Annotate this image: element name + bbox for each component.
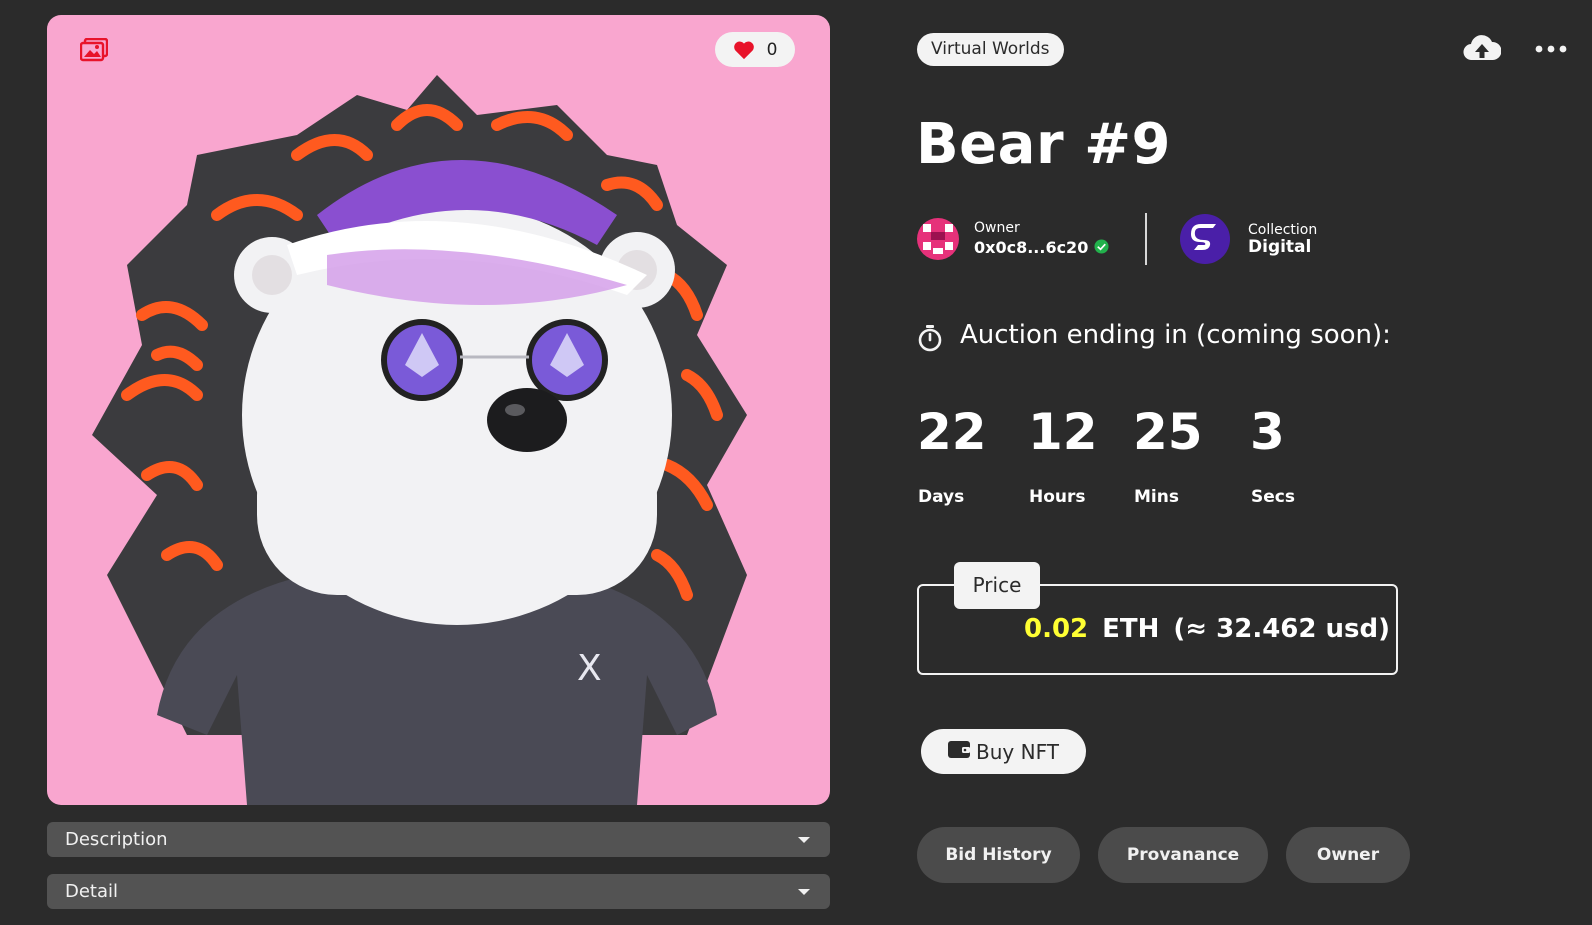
category-badge[interactable]: Virtual Worlds: [917, 33, 1064, 66]
price-amount: 0.02: [1024, 614, 1089, 644]
buy-nft-label: Buy NFT: [976, 739, 1059, 764]
price-currency: ETH: [1102, 614, 1160, 644]
auction-status-text: Auction ending in (coming soon):: [960, 320, 1391, 350]
countdown-secs-value: 3: [1250, 403, 1285, 461]
owner-address[interactable]: 0x0c8...6c20: [974, 238, 1088, 257]
countdown-days-label: Days: [918, 487, 965, 507]
countdown-mins-value: 25: [1133, 403, 1203, 461]
countdown-secs-label: Secs: [1251, 487, 1295, 507]
countdown-hours: 12 Hours: [1028, 403, 1098, 507]
owner-label: Owner: [974, 220, 1020, 236]
tab-owner[interactable]: Owner: [1286, 827, 1410, 883]
nft-title: Bear #9: [916, 112, 1171, 177]
chevron-down-icon: [798, 888, 810, 895]
price-line: 0.02 ETH (≈ 32.462 usd): [1024, 614, 1390, 644]
chevron-down-icon: [798, 836, 810, 843]
stopwatch-icon: [918, 325, 942, 352]
owner-avatar[interactable]: [917, 218, 959, 260]
detail-label: Detail: [65, 881, 119, 902]
tab-provenance[interactable]: Provanance: [1098, 827, 1268, 883]
more-dots-icon[interactable]: [1535, 41, 1567, 57]
description-label: Description: [65, 829, 168, 850]
like-count: 0: [766, 39, 778, 60]
description-accordion[interactable]: Description: [47, 822, 830, 857]
countdown-hours-label: Hours: [1029, 487, 1086, 507]
countdown-secs: 3 Secs: [1250, 403, 1295, 507]
countdown-days-value: 22: [917, 403, 987, 461]
bear-artwork-image: X: [92, 75, 747, 805]
price-label: Price: [954, 562, 1040, 609]
buy-nft-button[interactable]: Buy NFT: [921, 729, 1086, 774]
divider: [1145, 213, 1147, 265]
countdown-days: 22 Days: [917, 403, 987, 507]
verified-check-icon: [1094, 239, 1109, 254]
svg-text:X: X: [577, 648, 602, 689]
collection-logo[interactable]: [1180, 214, 1230, 264]
detail-accordion[interactable]: Detail: [47, 874, 830, 909]
collection-name[interactable]: Digital: [1248, 237, 1311, 257]
heart-icon: [733, 41, 754, 59]
collection-label: Collection: [1248, 222, 1318, 238]
wallet-icon: [948, 740, 971, 758]
like-button[interactable]: 0: [715, 32, 795, 67]
image-icon[interactable]: [80, 38, 108, 62]
tab-bid-history[interactable]: Bid History: [917, 827, 1080, 883]
countdown-mins: 25 Mins: [1133, 403, 1203, 507]
countdown-mins-label: Mins: [1134, 487, 1179, 507]
price-usd: (≈ 32.462 usd): [1173, 614, 1391, 644]
nft-artwork[interactable]: X 0: [47, 15, 830, 805]
cloud-upload-icon[interactable]: [1463, 33, 1501, 65]
countdown-hours-value: 12: [1028, 403, 1098, 461]
